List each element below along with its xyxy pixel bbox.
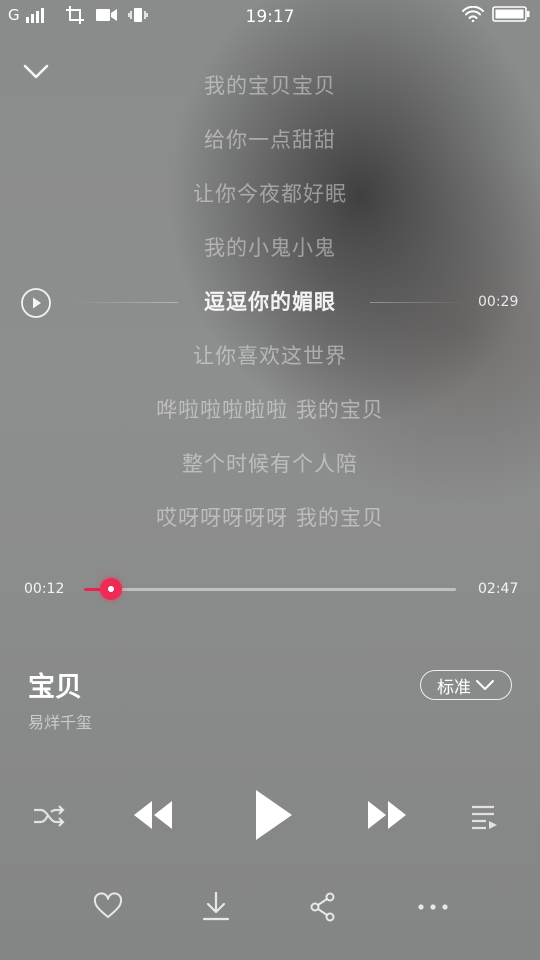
elapsed-time: 00:12 [24,581,65,597]
chevron-down-icon [476,680,494,690]
more-icon [418,904,448,910]
playlist-button[interactable] [466,798,502,834]
quality-label: 标准 [437,677,471,698]
lyric-line: 我的宝贝宝贝 [204,74,336,98]
next-icon [368,801,406,829]
lyric-line: 哗啦啦啦啦啦 我的宝贝 [156,398,384,422]
more-button[interactable] [413,892,453,922]
play-from-lyric-button[interactable] [20,287,52,319]
download-icon [202,891,230,921]
status-time: 19:17 [245,7,295,27]
play-icon [256,790,292,840]
wifi-icon [462,6,484,22]
lyric-line-time: 00:29 [478,294,519,310]
progress-slider[interactable] [84,578,456,600]
next-button[interactable] [364,795,412,835]
lyric-line: 我的小鬼小鬼 [204,236,336,260]
quality-selector[interactable]: 标准 [420,670,512,700]
lyric-line: 让你今夜都好眠 [193,182,347,206]
song-title: 宝贝 [28,672,82,703]
lyric-guide-line [70,302,178,303]
artist-name[interactable]: 易烊千玺 [28,709,92,733]
play-circle-icon [21,288,51,318]
status-right [462,6,530,22]
lyric-line: 给你一点甜甜 [204,128,336,152]
heart-icon [93,892,123,918]
previous-icon [134,801,172,829]
lyric-line-current: 逗逗你的媚眼 [204,290,336,314]
progress-thumb[interactable] [99,578,122,600]
lyric-line: 哎呀呀呀呀呀 我的宝贝 [156,506,384,530]
share-icon [310,892,335,922]
lyrics-panel[interactable]: 我的宝贝宝贝 给你一点甜甜 让你今夜都好眠 我的小鬼小鬼 逗逗你的媚眼 让你喜欢… [0,64,540,550]
favorite-button[interactable] [90,888,126,924]
previous-button[interactable] [128,795,176,835]
lyric-line: 让你喜欢这世界 [193,344,347,368]
shuffle-icon [34,805,65,827]
share-button[interactable] [305,888,341,926]
lyric-guide-line [370,302,468,303]
download-button[interactable] [198,887,234,925]
lyric-line: 整个时候有个人陪 [182,452,358,476]
total-time: 02:47 [478,581,519,597]
play-button[interactable] [246,785,298,845]
battery-icon [492,6,530,22]
status-bar: G 19:17 [0,0,540,36]
playlist-icon [472,805,497,830]
shuffle-button[interactable] [28,798,70,834]
